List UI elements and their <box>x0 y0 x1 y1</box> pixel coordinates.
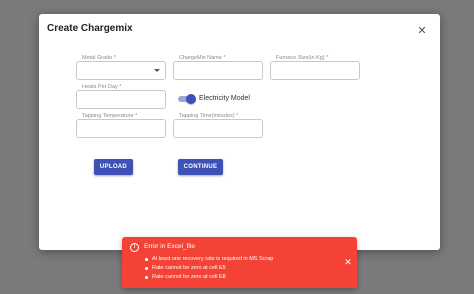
heats-per-day-label: Heats Per Day * <box>80 84 124 90</box>
metal-grade-select[interactable]: Metal Grade * <box>76 55 166 80</box>
close-icon[interactable]: ✕ <box>343 257 353 267</box>
heats-per-day-input[interactable] <box>80 95 162 104</box>
tapping-time-field[interactable]: Tapping Time(minutes) * <box>173 113 263 138</box>
electricity-model-toggle[interactable] <box>177 94 196 104</box>
chevron-down-icon[interactable] <box>154 69 160 72</box>
furnace-size-input[interactable] <box>274 66 356 75</box>
tapping-time-label: Tapping Time(minutes) * <box>177 113 241 119</box>
create-chargemix-dialog: Create Chargemix ✕ Metal Grade * ChargeM… <box>39 14 440 250</box>
continue-button[interactable]: CONTINUE <box>178 159 223 175</box>
toast-title: Error in Excel_file <box>144 243 195 250</box>
electricity-model-label: Electricity Model <box>199 95 250 102</box>
dialog-title: Create Chargemix <box>47 23 133 34</box>
heats-per-day-field[interactable]: Heats Per Day * <box>76 84 166 109</box>
metal-grade-value[interactable] <box>80 66 162 75</box>
tapping-temperature-field[interactable]: Tapping Temperature * <box>76 113 166 138</box>
close-icon[interactable]: ✕ <box>416 25 428 37</box>
tapping-time-input[interactable] <box>177 124 259 133</box>
metal-grade-label: Metal Grade * <box>80 55 118 61</box>
error-toast: ! Error in Excel_file At least one recov… <box>122 237 357 288</box>
list-item: Rate cannot be zero at cell E5 <box>144 264 273 273</box>
list-item: At least one recovery rate is required i… <box>144 255 273 264</box>
tapping-temperature-input[interactable] <box>80 124 162 133</box>
furnace-size-field[interactable]: Furnace Size(in Kg) * <box>270 55 360 80</box>
toast-message-list: At least one recovery rate is required i… <box>144 255 273 282</box>
upload-button[interactable]: UPLOAD <box>94 159 133 175</box>
list-item: Rate cannot be zero at cell E8 <box>144 273 273 282</box>
error-circle-icon: ! <box>130 243 139 252</box>
furnace-size-label: Furnace Size(in Kg) * <box>274 55 331 61</box>
toggle-thumb <box>186 94 196 104</box>
chargemix-name-label: ChargeMix Name * <box>177 55 228 61</box>
chargemix-name-input[interactable] <box>177 66 259 75</box>
chargemix-name-field[interactable]: ChargeMix Name * <box>173 55 263 80</box>
tapping-temperature-label: Tapping Temperature * <box>80 113 140 119</box>
